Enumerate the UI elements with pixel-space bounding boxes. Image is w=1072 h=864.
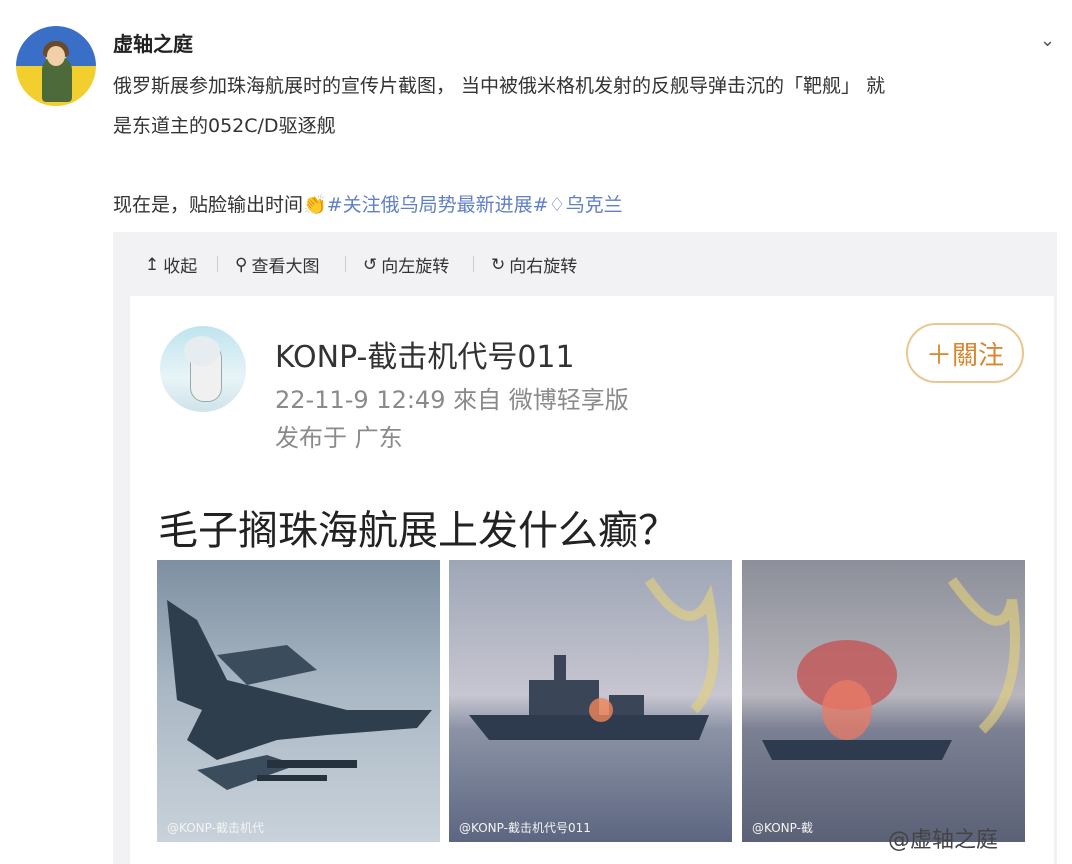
magnifier-icon: ⚲ [235,254,248,275]
rotate-left-icon: ↺ [363,254,378,275]
embedded-avatar-hair [184,336,220,366]
fighter-jet-graphic [167,600,432,790]
explosion-graphic [762,577,1021,760]
arrow-up-icon: ↥ [145,254,160,275]
avatar-face [47,46,65,66]
post-body: 俄罗斯展参加珠海航展时的宣传片截图， 当中被俄米格机发射的反舰导弹击沉的「靶舰」… [113,66,1043,146]
rotate-right-icon: ↻ [491,254,506,275]
destroyer-graphic [469,577,719,740]
embedded-post-meta: 22-11-9 12:49 來自 微博轻享版 [275,386,629,414]
toolbar-divider [473,256,474,272]
post-text-line-1: 俄罗斯展参加珠海航展时的宣传片截图， 当中被俄米格机发射的反舰导弹击沉的「靶舰」… [113,75,886,97]
super-topic-tag[interactable]: ♢乌克兰 [549,194,623,216]
username[interactable]: 虚轴之庭 [113,28,193,57]
destroyer-photo: @KONP-截击机代号011 [449,560,732,842]
screenshot-image[interactable]: KONP-截击机代号011 22-11-9 12:49 來自 微博轻享版 发布于… [130,296,1054,864]
embedded-avatar [160,326,246,412]
weibo-watermark: @虚轴之庭 [888,828,999,853]
user-avatar[interactable] [16,26,96,106]
view-large-label: 查看大图 [251,257,320,277]
rotate-left-label: 向左旋转 [381,257,450,277]
watermark: @KONP-截击机代号011 [459,821,591,835]
post-text-line-2: 是东道主的052C/D驱逐舰 [113,115,336,137]
rotate-right-label: 向右旋转 [509,257,578,277]
embedded-location: 发布于 广东 [275,424,403,452]
embedded-username: KONP-截击机代号011 [275,340,575,375]
toolbar-divider [345,256,346,272]
post-text-prefix: 现在是，贴脸输出时间 [113,194,304,216]
super-topic-label: 乌克兰 [565,194,623,216]
embedded-follow-button: ＋關注 [906,323,1024,383]
collapse-button[interactable]: ↥ 收起 [145,252,198,278]
explosion-photo: @KONP-截 [742,560,1025,842]
watermark: @KONP-截击机代 [167,821,264,835]
toolbar-divider [217,256,218,272]
view-large-button[interactable]: ⚲ 查看大图 [235,252,320,278]
chevron-down-icon[interactable]: ⌄ [1040,30,1055,51]
diamond-icon: ♢ [548,194,566,216]
topic-tag[interactable]: #关注俄乌局势最新进展# [327,194,549,216]
rotate-right-button[interactable]: ↻ 向右旋转 [491,252,578,278]
fighter-jet-photo: @KONP-截击机代 [157,560,440,842]
collapse-label: 收起 [163,257,198,277]
rotate-left-button[interactable]: ↺ 向左旋转 [363,252,450,278]
clap-emoji: 👏 [303,194,327,216]
watermark: @KONP-截 [752,821,813,835]
embedded-headline: 毛子搁珠海航展上发什么癫？ [158,508,678,554]
post-body-second: 现在是，贴脸输出时间👏#关注俄乌局势最新进展#♢乌克兰 [113,185,623,225]
